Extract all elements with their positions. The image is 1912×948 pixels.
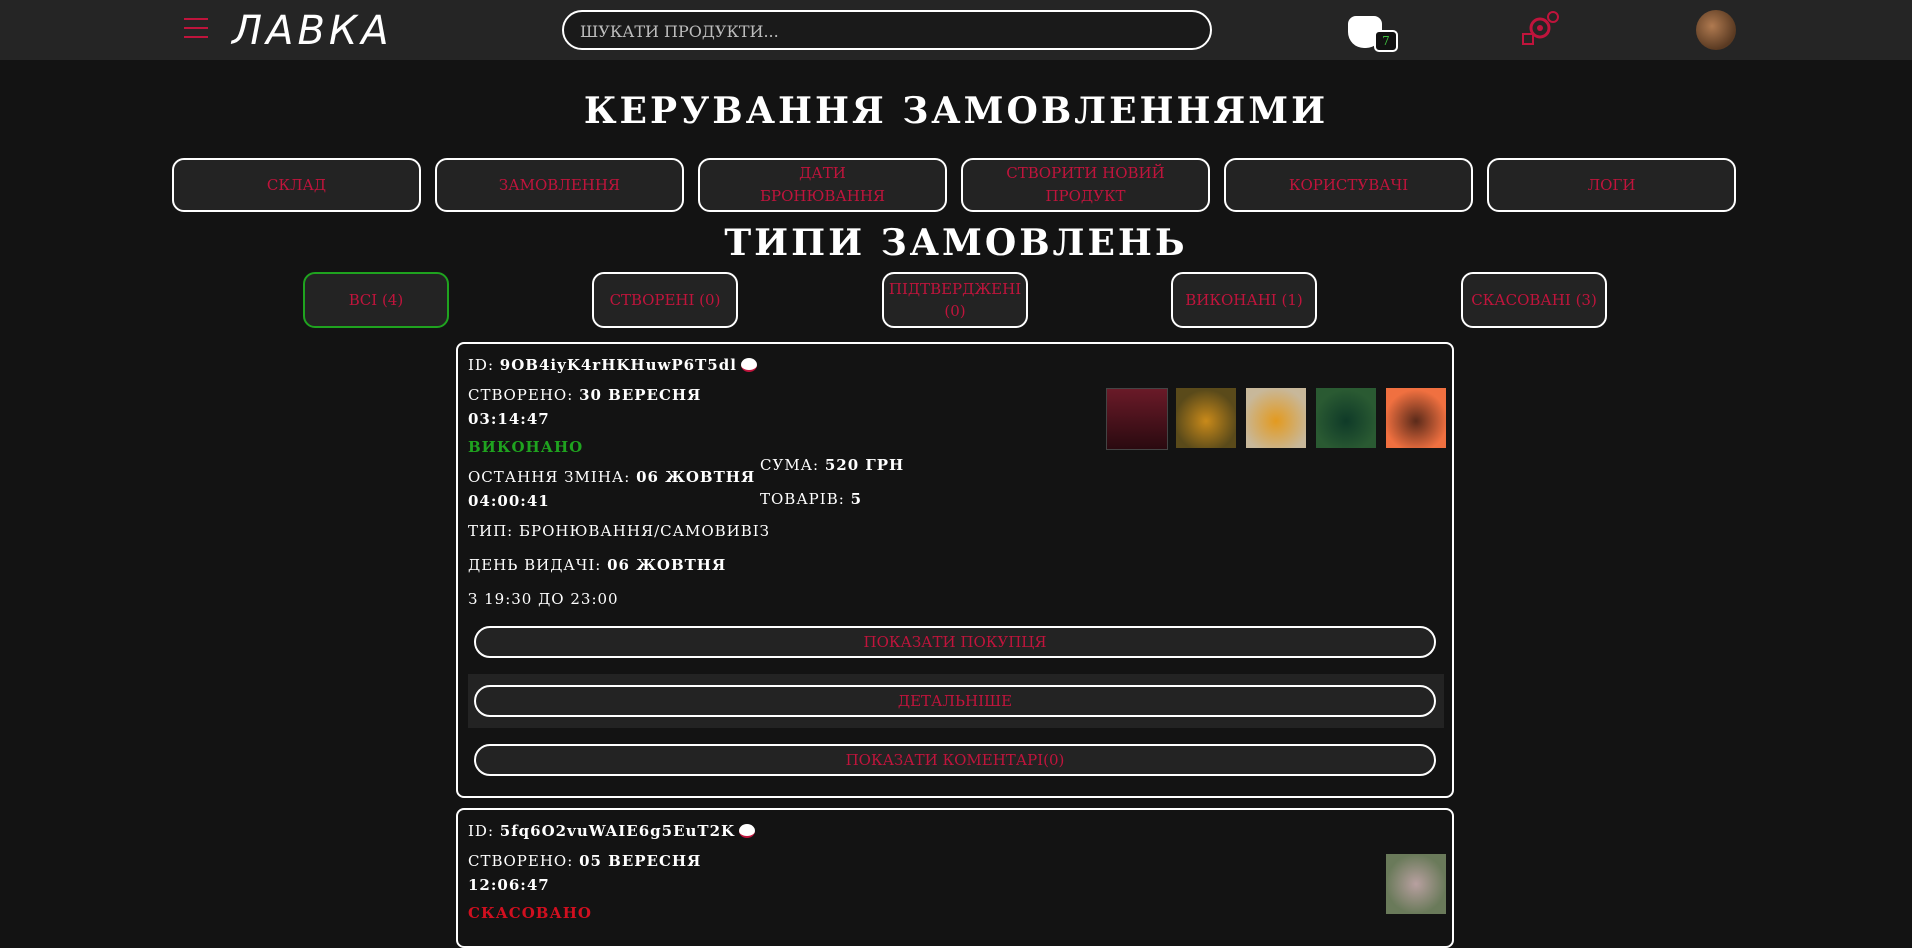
product-thumbnail[interactable] (1316, 388, 1376, 448)
order-id-label: ID: (468, 822, 495, 840)
cart-button[interactable]: 7 (1346, 8, 1400, 52)
filter-cancelled-button[interactable]: СКАСОВАНІ (3) (1461, 272, 1607, 328)
show-comments-button[interactable]: ПОКАЗАТИ КОМЕНТАРІ(0) (474, 744, 1436, 776)
created-time: 03:14:47 (468, 410, 550, 428)
chat-icon[interactable] (739, 824, 756, 838)
nav-create-product-button[interactable]: СТВОРИТИ НОВИЙ ПРОДУКТ (961, 158, 1210, 212)
type-row: ТИП: БРОНЮВАННЯ/САМОВИВІЗ (468, 522, 770, 540)
order-id: 9OB4iyK4rHKHuwP6T5dl (499, 356, 737, 374)
order-id-row: ID: 5fq6O2vuWAIE6g5EuT2K (468, 822, 756, 840)
filter-created-button[interactable]: СТВОРЕНІ (0) (592, 272, 738, 328)
nav-logs-button[interactable]: ЛОГИ (1487, 158, 1736, 212)
section-title: ТИПИ ЗАМОВЛЕНЬ (724, 222, 1188, 264)
order-id-label: ID: (468, 356, 495, 374)
order-card: ID: 5fq6O2vuWAIE6g5EuT2K СТВОРЕНО: 05 ВЕ… (456, 808, 1454, 948)
page-title: КЕРУВАННЯ ЗАМОВЛЕННЯМИ (583, 90, 1329, 132)
avatar[interactable] (1696, 10, 1736, 50)
menu-icon[interactable] (184, 18, 208, 40)
admin-gears-icon (1522, 11, 1559, 45)
filter-all-button[interactable]: ВСІ (4) (303, 272, 449, 328)
order-status: ВИКОНАНО (468, 438, 584, 456)
details-button[interactable]: ДЕТАЛЬНІШЕ (474, 685, 1436, 717)
cart-count-badge: 7 (1374, 30, 1398, 52)
pickup-date: 06 ЖОВТНЯ (607, 556, 727, 574)
changed-time: 04:00:41 (468, 492, 550, 510)
show-buyer-button[interactable]: ПОКАЗАТИ ПОКУПЦЯ (474, 626, 1436, 658)
sum-value: 520 ГРН (824, 456, 905, 474)
created-date: 05 ВЕРЕСНЯ (579, 852, 702, 870)
type-label: ТИП: (468, 522, 514, 540)
created-time: 12:06:47 (468, 876, 550, 894)
chat-icon[interactable] (740, 358, 757, 372)
order-id: 5fq6O2vuWAIE6g5EuT2K (499, 822, 736, 840)
sum-row: СУМА: 520 ГРН (760, 456, 904, 474)
order-status: СКАСОВАНО (468, 904, 592, 922)
search-box[interactable] (562, 10, 1212, 50)
nav-users-button[interactable]: КОРИСТУВАЧІ (1224, 158, 1473, 212)
nav-booking-dates-button[interactable]: ДАТИ БРОНЮВАННЯ (698, 158, 947, 212)
logo[interactable]: ЛАВКА (232, 8, 393, 54)
items-label: ТОВАРІВ: (760, 490, 845, 508)
pickup-time: З 19:30 ДО 23:00 (468, 590, 619, 608)
pickup-row: ДЕНЬ ВИДАЧІ: 06 ЖОВТНЯ (468, 556, 726, 574)
created-row: СТВОРЕНО: 05 ВЕРЕСНЯ (468, 852, 701, 870)
changed-label: ОСТАННЯ ЗМІНА: (468, 468, 631, 486)
order-id-row: ID: 9OB4iyK4rHKHuwP6T5dl (468, 356, 757, 374)
nav-stock-button[interactable]: СКЛАД (172, 158, 421, 212)
nav-orders-button[interactable]: ЗАМОВЛЕННЯ (435, 158, 684, 212)
changed-date: 06 ЖОВТНЯ (636, 468, 756, 486)
created-date: 30 ВЕРЕСНЯ (579, 386, 702, 404)
product-thumbnail[interactable] (1106, 388, 1168, 450)
created-label: СТВОРЕНО: (468, 386, 574, 404)
filter-completed-button[interactable]: ВИКОНАНІ (1) (1171, 272, 1317, 328)
product-thumbnail[interactable] (1246, 388, 1306, 448)
created-label: СТВОРЕНО: (468, 852, 574, 870)
product-thumbnail[interactable] (1386, 854, 1446, 914)
product-thumbnail[interactable] (1176, 388, 1236, 448)
changed-row: ОСТАННЯ ЗМІНА: 06 ЖОВТНЯ (468, 468, 755, 486)
sum-label: СУМА: (760, 456, 820, 474)
pickup-label: ДЕНЬ ВИДАЧІ: (468, 556, 602, 574)
filter-confirmed-button[interactable]: ПІДТВЕРДЖЕНІ (0) (882, 272, 1028, 328)
search-input[interactable] (578, 18, 1192, 44)
admin-panel-button[interactable] (1520, 10, 1560, 50)
order-card: ID: 9OB4iyK4rHKHuwP6T5dl СТВОРЕНО: 30 ВЕ… (456, 342, 1454, 798)
items-count: 5 (850, 490, 862, 508)
top-bar: ЛАВКА 7 (0, 0, 1912, 60)
product-thumbnail[interactable] (1386, 388, 1446, 448)
items-row: ТОВАРІВ: 5 (760, 490, 862, 508)
created-row: СТВОРЕНО: 30 ВЕРЕСНЯ (468, 386, 701, 404)
order-type: БРОНЮВАННЯ/САМОВИВІЗ (519, 522, 771, 540)
